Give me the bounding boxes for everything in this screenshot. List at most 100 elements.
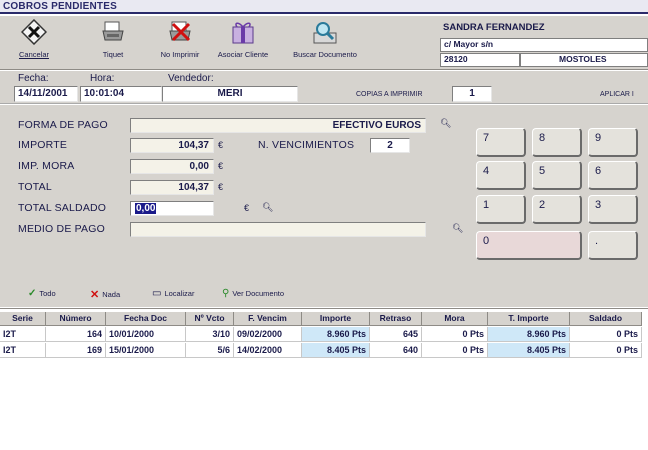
search-document-button[interactable]: Buscar Documento: [290, 18, 360, 66]
apply-label[interactable]: APLICAR I: [600, 91, 634, 98]
no-print-button[interactable]: No Imprimir: [160, 18, 200, 66]
pending-payments-table: Serie Número Fecha Doc Nº Vcto F. Vencim…: [0, 308, 648, 450]
customer-name: SANDRA FERNANDEZ: [443, 22, 545, 33]
seller-field: MERI: [162, 86, 298, 102]
table-cell[interactable]: 5/6: [186, 343, 234, 358]
numpad-key-4[interactable]: 4: [476, 161, 526, 190]
due-count-label: N. VENCIMIENTOS: [258, 139, 355, 151]
column-header-f-vencim[interactable]: F. Vencim: [234, 312, 302, 326]
column-header-mora[interactable]: Mora: [422, 312, 488, 326]
check-icon: ✓: [28, 288, 37, 299]
locate-button[interactable]: ▭ Localizar: [152, 288, 194, 299]
column-header-serie[interactable]: Serie: [0, 312, 46, 326]
table-cell[interactable]: 0 Pts: [422, 327, 488, 342]
selection-actions: ✓ Todo ✕ Nada ▭ Localizar ⚲ Ver Document…: [0, 283, 648, 307]
numpad-key-3[interactable]: 3: [588, 195, 638, 224]
amount-field[interactable]: 104,37: [130, 138, 214, 153]
locate-label: Localizar: [164, 289, 195, 298]
column-header-n-vcto[interactable]: Nº Vcto: [186, 312, 234, 326]
cancel-icon: [19, 18, 49, 46]
printer-icon: [98, 18, 128, 46]
table-cell[interactable]: 15/01/2000: [106, 343, 186, 358]
total-paid-currency: €: [244, 203, 250, 213]
table-cell[interactable]: 8.405 Pts: [302, 343, 370, 358]
table-cell[interactable]: I2T: [0, 343, 46, 358]
table-cell[interactable]: 14/02/2000: [234, 343, 302, 358]
payment-method-search-icon[interactable]: 🔍︎: [440, 118, 451, 129]
table-cell[interactable]: 3/10: [186, 327, 234, 342]
late-fee-currency: €: [218, 161, 224, 171]
time-field: 10:01:04: [80, 86, 162, 102]
numpad-key-9[interactable]: 9: [588, 128, 638, 157]
seller-label: Vendedor:: [168, 73, 214, 84]
x-icon: ✕: [90, 289, 100, 301]
customer-city: MOSTOLES: [520, 53, 648, 67]
table-cell[interactable]: 0 Pts: [570, 327, 642, 342]
table-cell[interactable]: 0 Pts: [570, 343, 642, 358]
numpad-key-7[interactable]: 7: [476, 128, 526, 157]
column-header-numero[interactable]: Número: [46, 312, 106, 326]
copies-label: COPIAS A IMPRIMIR: [356, 91, 423, 98]
table-cell[interactable]: 0 Pts: [422, 343, 488, 358]
column-header-importe[interactable]: Importe: [302, 312, 370, 326]
view-document-button[interactable]: ⚲ Ver Documento: [222, 288, 284, 299]
payment-method-label: FORMA DE PAGO: [18, 119, 108, 131]
table-cell[interactable]: 8.960 Pts: [302, 327, 370, 342]
column-header-fecha-doc[interactable]: Fecha Doc: [106, 312, 186, 326]
total-paid-value: 0,00: [135, 203, 157, 214]
due-count-field[interactable]: 2: [370, 138, 410, 153]
search-document-button-label: Buscar Documento: [293, 50, 357, 59]
column-header-retraso[interactable]: Retraso: [370, 312, 422, 326]
table-cell[interactable]: 10/01/2000: [106, 327, 186, 342]
payment-medium-field[interactable]: [130, 222, 426, 237]
select-none-button[interactable]: ✕ Nada: [90, 288, 120, 301]
no-print-icon: [165, 18, 195, 46]
copies-input[interactable]: 1: [452, 86, 492, 102]
customer-postal-code: 28120: [440, 53, 520, 67]
view-document-label: Ver Documento: [232, 289, 285, 298]
window-title-bar: COBROS PENDIENTES: [0, 0, 648, 14]
table-cell[interactable]: 640: [370, 343, 422, 358]
view-document-icon: ⚲: [222, 288, 230, 299]
table-cell[interactable]: 164: [46, 327, 106, 342]
select-all-label: Todo: [39, 289, 56, 298]
cancel-button[interactable]: Cancelar: [18, 18, 50, 66]
toolbar: Cancelar Tiquet No Imprimir Asociar Clie…: [0, 16, 648, 70]
total-label: TOTAL: [18, 181, 52, 193]
column-header-t-importe[interactable]: T. Importe: [488, 312, 570, 326]
customer-address: c/ Mayor s/n: [440, 38, 648, 52]
column-header-saldado[interactable]: Saldado: [570, 312, 642, 326]
late-fee-field[interactable]: 0,00: [130, 159, 214, 174]
table-cell[interactable]: 8.405 Pts: [488, 343, 570, 358]
locate-icon: ▭: [152, 288, 162, 299]
total-paid-search-icon[interactable]: 🔍︎: [262, 202, 273, 213]
ticket-button[interactable]: Tiquet: [97, 18, 129, 66]
numpad-key-2[interactable]: 2: [532, 195, 582, 224]
payment-medium-label: MEDIO DE PAGO: [18, 223, 105, 235]
total-currency: €: [218, 182, 224, 192]
numpad-key-6[interactable]: 6: [588, 161, 638, 190]
numpad-key-8[interactable]: 8: [532, 128, 582, 157]
select-all-button[interactable]: ✓ Todo: [28, 288, 56, 299]
ticket-button-label: Tiquet: [102, 50, 124, 59]
cancel-button-label: Cancelar: [18, 50, 49, 59]
total-field: 104,37: [130, 180, 214, 195]
table-cell[interactable]: 645: [370, 327, 422, 342]
date-label: Fecha:: [18, 73, 49, 84]
numpad-key-0[interactable]: 0: [476, 231, 582, 260]
associate-client-button[interactable]: Asociar Cliente: [218, 18, 268, 66]
info-row: Fecha: 14/11/2001 Hora: 10:01:04 Vendedo…: [0, 71, 648, 104]
table-cell[interactable]: 09/02/2000: [234, 327, 302, 342]
associate-client-button-label: Asociar Cliente: [217, 50, 269, 59]
payment-medium-search-icon[interactable]: 🔍︎: [452, 223, 463, 234]
table-cell[interactable]: 8.960 Pts: [488, 327, 570, 342]
customer-panel: SANDRA FERNANDEZ c/ Mayor s/n 28120 MOST…: [440, 18, 648, 68]
numpad-key-1[interactable]: 1: [476, 195, 526, 224]
table-cell[interactable]: I2T: [0, 327, 46, 342]
numpad-key-5[interactable]: 5: [532, 161, 582, 190]
total-paid-field[interactable]: 0,00: [130, 201, 214, 216]
payment-method-field[interactable]: EFECTIVO EUROS: [130, 118, 426, 133]
numpad-key-decimal[interactable]: .: [588, 231, 638, 260]
payment-form: FORMA DE PAGO EFECTIVO EUROS 🔍︎ IMPORTE …: [0, 105, 648, 283]
table-cell[interactable]: 169: [46, 343, 106, 358]
